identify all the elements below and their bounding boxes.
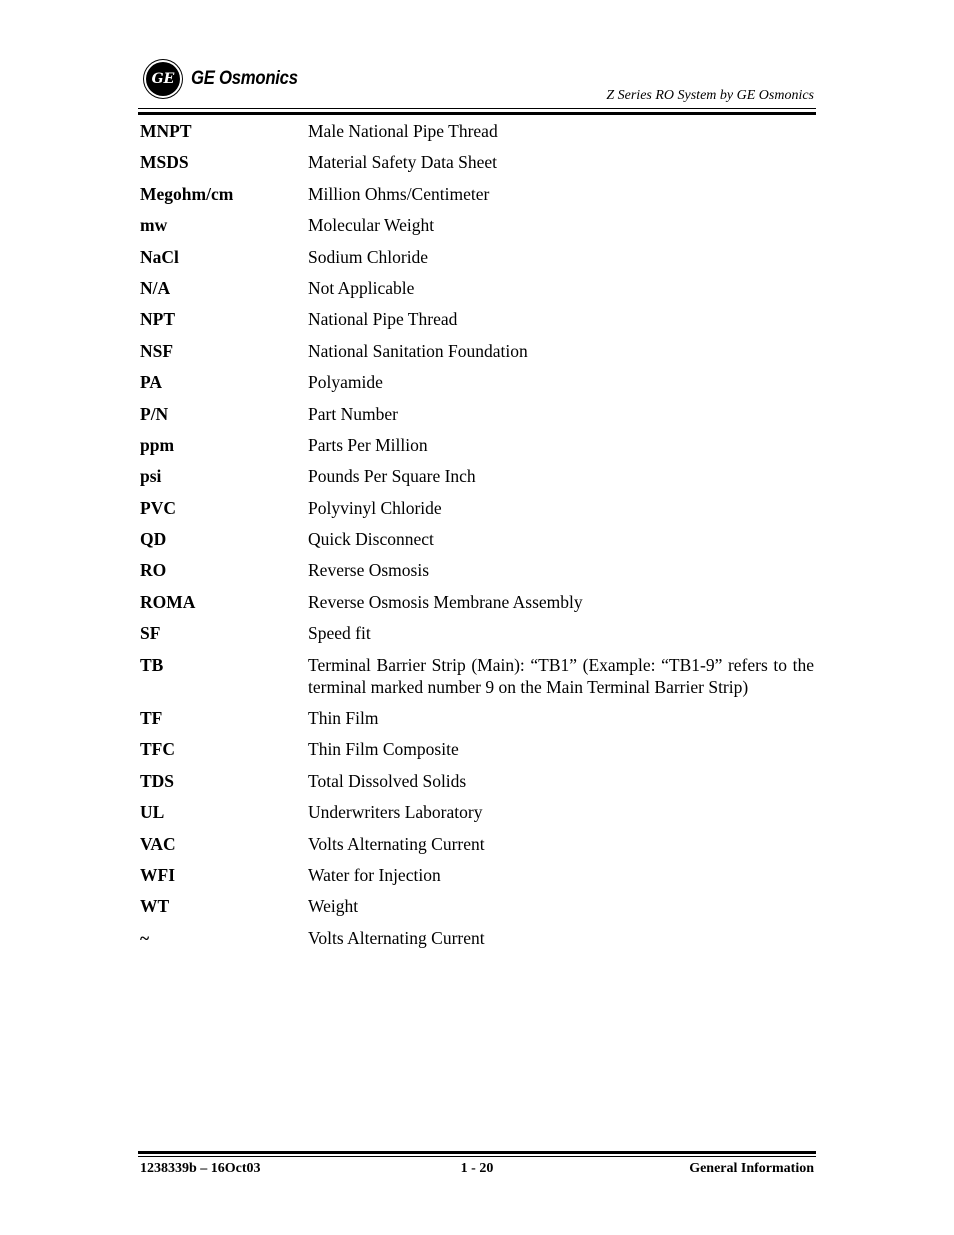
- glossary-definition: Molecular Weight: [308, 215, 435, 236]
- glossary-definition: National Sanitation Foundation: [308, 340, 528, 361]
- glossary-term: ppm: [140, 434, 175, 455]
- glossary-row: WT Weight: [140, 895, 814, 917]
- glossary-term: UL: [140, 802, 165, 823]
- glossary-definition: Million Ohms/Centimeter: [308, 183, 490, 204]
- glossary-term: VAC: [140, 833, 176, 854]
- glossary-definition: Weight: [308, 896, 359, 917]
- glossary-term: MSDS: [140, 152, 189, 173]
- glossary-row: N/A Not Applicable: [140, 277, 814, 299]
- glossary-definition: Underwriters Laboratory: [308, 802, 483, 823]
- glossary-term: TB: [140, 654, 164, 675]
- glossary-row: UL Underwriters Laboratory: [140, 801, 814, 823]
- glossary-definition: Volts Alternating Current: [308, 927, 485, 948]
- footer-doc-number: 1238339b – 16Oct03: [140, 1161, 261, 1176]
- glossary-definition: Pounds Per Square Inch: [308, 466, 476, 487]
- glossary-definition: Total Dissolved Solids: [308, 770, 467, 791]
- glossary-term: TDS: [140, 770, 175, 791]
- glossary-definition: Polyvinyl Chloride: [308, 497, 442, 518]
- glossary-row: TB Terminal Barrier Strip (Main): “TB1” (…: [140, 654, 814, 698]
- glossary-row: NPT National Pipe Thread: [140, 308, 814, 330]
- glossary-term: SF: [140, 623, 161, 644]
- glossary-row: P/N Part Number: [140, 403, 814, 425]
- glossary-term: RO: [140, 560, 167, 581]
- glossary-term: psi: [140, 466, 162, 487]
- company-logo: GE GE Osmonics: [146, 62, 312, 96]
- glossary-term: N/A: [140, 277, 171, 298]
- glossary-row: TFC Thin Film Composite: [140, 738, 814, 760]
- glossary-term: NSF: [140, 340, 174, 361]
- glossary-row: PA Polyamide: [140, 371, 814, 393]
- glossary-definition: Speed fit: [308, 623, 371, 644]
- glossary-term: MNPT: [140, 121, 192, 141]
- glossary-definition: Male National Pipe Thread: [308, 121, 498, 141]
- glossary-list: MNPT Male National Pipe Thread MSDS Materia…: [140, 120, 814, 958]
- glossary-term: TFC: [140, 739, 175, 760]
- glossary-row: psi Pounds Per Square Inch: [140, 465, 814, 487]
- glossary-definition: National Pipe Thread: [308, 309, 458, 330]
- glossary-definition: Quick Disconnect: [308, 529, 434, 550]
- glossary-definition: Not Applicable: [308, 277, 415, 298]
- glossary-definition: Part Number: [308, 403, 398, 424]
- glossary-term: WFI: [140, 864, 175, 885]
- glossary-definition: Reverse Osmosis: [308, 560, 430, 581]
- glossary-term: P/N: [140, 403, 169, 424]
- glossary-definition: Material Safety Data Sheet: [308, 152, 498, 173]
- glossary-row: QD Quick Disconnect: [140, 528, 814, 550]
- glossary-row: mw Molecular Weight: [140, 214, 814, 236]
- glossary-definition: Water for Injection: [308, 864, 441, 885]
- glossary-term: WT: [140, 896, 170, 917]
- glossary-definition: Thin Film: [308, 708, 379, 729]
- glossary-term: PVC: [140, 497, 176, 518]
- glossary-term: PA: [140, 372, 163, 393]
- glossary-row: MSDS Material Safety Data Sheet: [140, 151, 814, 173]
- glossary-row: TF Thin Film: [140, 707, 814, 729]
- footer-page-number: 1 - 20: [460, 1161, 494, 1176]
- glossary-row: MNPT Male National Pipe Thread: [140, 120, 814, 142]
- glossary-row: ppm Parts Per Million: [140, 434, 814, 456]
- footer-section: General Information: [689, 1161, 815, 1176]
- glossary-definition: Polyamide: [308, 372, 383, 393]
- glossary-term: TF: [140, 708, 163, 729]
- glossary-row: PVC Polyvinyl Chloride: [140, 497, 814, 519]
- glossary-definition: Terminal Barrier Strip (Main): “TB1” (Ex…: [308, 654, 814, 697]
- glossary-row: Megohm/cm Million Ohms/Centimeter: [140, 183, 814, 205]
- glossary-term: NaCl: [140, 246, 179, 267]
- glossary-definition: Sodium Chloride: [308, 246, 429, 267]
- glossary-term: NPT: [140, 309, 175, 330]
- glossary-row: ~ Volts Alternating Current: [140, 927, 814, 949]
- glossary-row: WFI Water for Injection: [140, 864, 814, 886]
- header-rule-thin: [138, 108, 816, 109]
- glossary-definition: Thin Film Composite: [308, 739, 459, 760]
- glossary-term: Megohm/cm: [140, 183, 234, 204]
- glossary-row: SF Speed fit: [140, 622, 814, 644]
- document-title: Z Series RO System by GE Osmonics: [606, 88, 814, 103]
- glossary-term: ~: [140, 927, 150, 948]
- glossary-term: mw: [140, 215, 168, 236]
- header-rule-thick: [138, 112, 816, 115]
- glossary-row: NSF National Sanitation Foundation: [140, 340, 814, 362]
- glossary-row: NaCl Sodium Chloride: [140, 246, 814, 268]
- page-footer: 1238339b – 16Oct03 1 - 20 General Inform…: [140, 1161, 814, 1177]
- glossary-definition: Reverse Osmosis Membrane Assembly: [308, 591, 583, 612]
- glossary-term: ROMA: [140, 591, 196, 612]
- brand-name: GE Osmonics: [191, 68, 298, 89]
- footer-rule-thin: [138, 1156, 816, 1157]
- ge-monogram-icon: GE: [146, 62, 180, 96]
- glossary-definition: Volts Alternating Current: [308, 833, 485, 854]
- glossary-row: RO Reverse Osmosis: [140, 559, 814, 581]
- glossary-row: ROMA Reverse Osmosis Membrane Assembly: [140, 591, 814, 613]
- footer-rule-thick: [138, 1151, 816, 1154]
- glossary-definition: Parts Per Million: [308, 434, 428, 455]
- glossary-row: TDS Total Dissolved Solids: [140, 770, 814, 792]
- glossary-term: QD: [140, 529, 167, 550]
- glossary-row: VAC Volts Alternating Current: [140, 833, 814, 855]
